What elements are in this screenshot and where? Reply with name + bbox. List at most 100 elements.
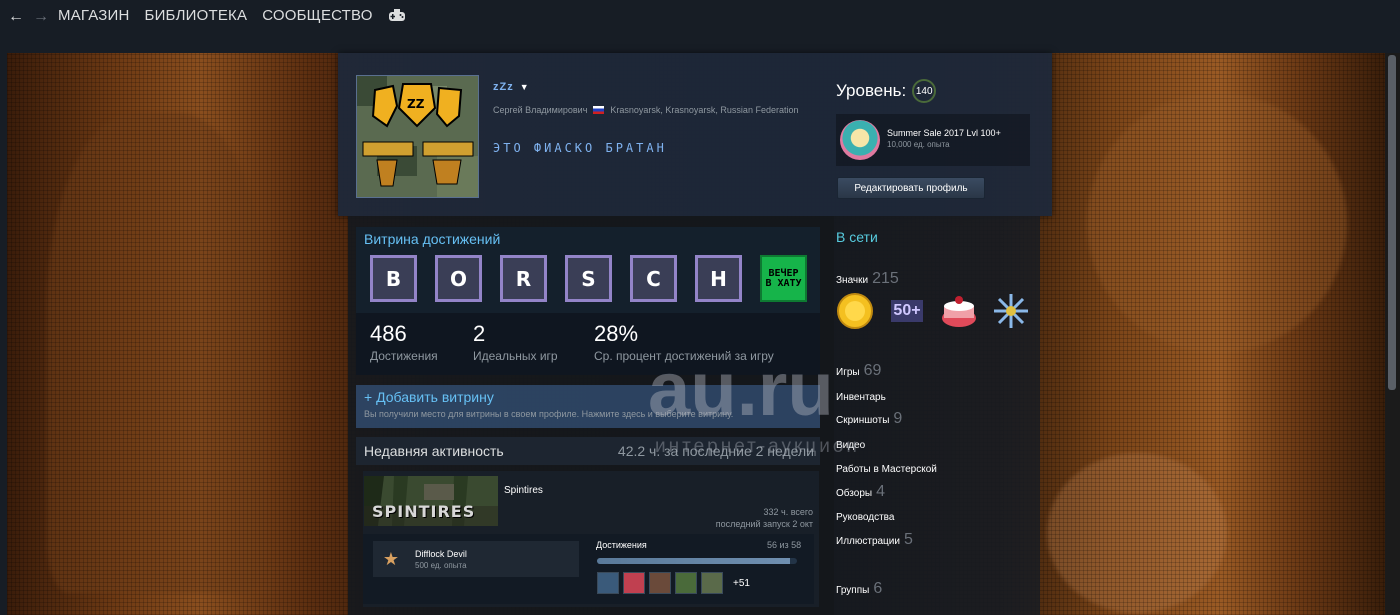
background-building-shape [47,113,267,593]
sidebar-item-count: 4 [876,483,885,500]
sidebar-item-guides[interactable]: Руководства [836,512,894,523]
sidebar-item-count: 6 [873,580,883,597]
achievement-tile[interactable]: C [630,255,677,302]
add-showcase-button[interactable]: + Добавить витрину Вы получили место для… [356,385,820,428]
sidebar-item-games[interactable]: Игры 69 [836,362,881,380]
sidebar-item-count: 69 [863,362,882,379]
edit-profile-button[interactable]: Редактировать профиль [837,177,985,199]
more-achievements[interactable]: +51 [733,578,750,589]
sidebar-item-label: Группы [836,585,870,596]
sidebar-item-label: Скриншоты [836,415,890,426]
avatar[interactable]: ZZ [356,75,479,198]
achievement-tile-green[interactable]: ВЕЧЕР В ХАТУ [760,255,807,302]
stat-perfect-games: 2 Идеальных игр [473,321,558,363]
sidebar-item-label: Инвентарь [836,392,886,403]
badge-50-plus[interactable]: 50+ [888,292,926,330]
background-cloud-shape [1087,93,1347,353]
favorite-badge-xp: 10,000 ед. опыта [887,140,950,149]
stat-achievements: 486 Достижения [370,321,438,363]
achievement-tiles: B O R S C H ВЕЧЕР В ХАТУ [370,255,807,302]
badge-50-plus-text: 50+ [891,300,923,322]
snowflake-badge-icon[interactable] [992,292,1030,330]
sidebar-item-label: Игры [836,367,860,378]
sidebar-item-count: 215 [872,270,899,287]
last-achievement-name: Difflock Devil [415,549,467,559]
achievement-progress-bar [597,558,797,564]
achievement-progress-fill [597,558,791,564]
favorite-badge[interactable]: Summer Sale 2017 Lvl 100+ 10,000 ед. опы… [836,114,1030,166]
sidebar-item-screenshots[interactable]: Скриншоты 9 [836,410,902,428]
recent-activity-header: Недавняя активность 42.2 ч. за последние… [356,437,820,465]
gold-coin-badge-icon[interactable] [836,292,874,330]
stat-label: Идеальных игр [473,349,558,363]
sidebar-item-reviews[interactable]: Обзоры 4 [836,483,885,501]
achievement-icon[interactable] [675,572,697,594]
achievement-icons: +51 [597,572,750,594]
achievement-icon[interactable] [649,572,671,594]
add-showcase-title: + Добавить витрину [364,389,494,405]
sidebar-item-videos[interactable]: Видео [836,440,865,451]
sidebar-item-label: Иллюстрации [836,536,900,547]
last-achievement[interactable]: ★ Difflock Devil 500 ед. опыта [373,541,579,577]
sidebar-item-inventory[interactable]: Инвентарь [836,392,886,403]
sidebar-item-count: 9 [893,410,903,427]
profile-header: ZZ zZz ▼ Сергей Владимирович Krasnoyarsk… [338,53,1052,216]
online-status: В сети [836,229,878,245]
badge-list: 50+ [836,292,1030,330]
sidebar-item-badges[interactable]: Значки 215 [836,270,899,288]
background-face-shape [1047,453,1227,613]
sidebar-item-count: 5 [903,531,913,548]
stat-avg-completion: 28% Ср. процент достижений за игру [594,321,774,363]
nav-link-store[interactable]: МАГАЗИН [58,7,130,24]
game-achievements-box: ★ Difflock Devil 500 ед. опыта Достижени… [363,534,814,604]
sidebar-item-label: Работы в Мастерской [836,464,937,475]
level-row[interactable]: Уровень: 140 [836,79,937,103]
stat-label: Ср. процент достижений за игру [594,349,774,363]
achievement-icon[interactable] [597,572,619,594]
cake-badge-icon[interactable] [940,292,978,330]
game-capsule-title: SPINTIRES [372,502,476,521]
achievement-icon[interactable] [701,572,723,594]
sidebar-item-groups[interactable]: Группы 6 [836,580,882,598]
achievement-stats: 486 Достижения 2 Идеальных игр 28% Ср. п… [356,313,820,375]
recent-activity-hours: 42.2 ч. за последние 2 недели [617,443,814,459]
summer-sale-badge-icon [840,120,880,160]
real-name: Сергей Владимирович [493,105,588,115]
achievement-tile[interactable]: H [695,255,742,302]
recent-activity-title: Недавняя активность [364,443,504,459]
level-badge[interactable]: 140 [912,79,937,103]
sidebar-item-workshop[interactable]: Работы в Мастерской [836,464,937,475]
arrow-right-icon[interactable]: → [33,8,49,26]
achievement-tile[interactable]: O [435,255,482,302]
scrollbar-thumb[interactable] [1388,55,1396,390]
star-icon: ★ [382,549,400,569]
achievement-tile[interactable]: R [500,255,547,302]
gamepad-icon[interactable] [388,8,406,23]
stat-value: 28% [594,321,639,346]
arrow-left-icon[interactable]: ← [8,8,24,26]
persona-name[interactable]: zZz [493,81,514,93]
sidebar-item-label: Руководства [836,512,895,523]
svg-text:ZZ: ZZ [407,97,425,111]
nav-link-community[interactable]: СООБЩЕСТВО [262,7,372,24]
location: Krasnoyarsk, Krasnoyarsk, Russian Federa… [610,105,799,115]
sidebar-item-label: Значки [836,275,869,286]
achievement-showcase: Витрина достижений B O R S C H ВЕЧЕР В Х… [356,227,820,375]
stat-value: 486 [370,321,407,346]
game-hours: 332 ч. всего последний запуск 2 окт [716,506,813,530]
showcase-title: Витрина достижений [364,231,501,247]
chevron-down-icon[interactable]: ▼ [520,82,529,92]
favorite-badge-title: Summer Sale 2017 Lvl 100+ [887,128,1001,138]
persona-name-row[interactable]: zZz ▼ [493,81,529,93]
game-capsule-image[interactable]: SPINTIRES [364,476,498,526]
real-name-location: Сергей Владимирович Krasnoyarsk, Krasnoy… [493,105,798,115]
game-name[interactable]: Spintires [504,485,543,496]
last-achievement-xp: 500 ед. опыта [415,561,467,570]
heart-icon[interactable] [623,572,645,594]
sidebar-item-artwork[interactable]: Иллюстрации 5 [836,531,913,549]
achievement-tile[interactable]: B [370,255,417,302]
profile-summary: ЭТО ФИАСКО БРАТАН [493,141,667,155]
nav-link-library[interactable]: БИБЛИОТЕКА [145,7,248,24]
achievement-tile[interactable]: S [565,255,612,302]
recent-game: SPINTIRES Spintires 332 ч. всего последн… [363,471,819,607]
